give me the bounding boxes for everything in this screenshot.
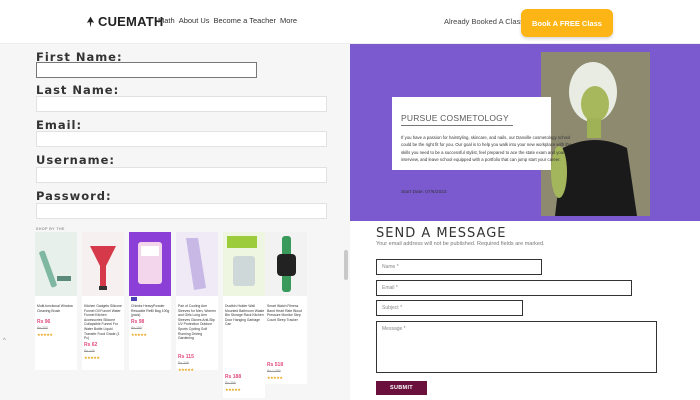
name-input[interactable]: Name * (376, 259, 542, 275)
product-title: Kitchen Gadgets Silicone Funnel Oil Funn… (84, 304, 122, 341)
rating-stars: ★★★★★ (84, 355, 100, 360)
rocket-icon (86, 16, 95, 27)
send-message-title: SEND A MESSAGE (376, 226, 507, 241)
product-image (223, 232, 265, 296)
brush-icon (39, 250, 71, 288)
product-image (265, 232, 307, 296)
logo-text: CUEMATH (98, 14, 164, 29)
rating-stars: ★★★★★ (225, 387, 241, 392)
product-mrp: Rs 1,299 (267, 369, 281, 373)
product-image (176, 232, 218, 296)
product-mrp: Rs 200 (37, 326, 48, 330)
rating-stars: ★★★★★ (37, 332, 53, 337)
product-image (35, 232, 77, 296)
message-textarea[interactable]: Message * (376, 321, 657, 373)
course-start-date: Start Date: 07/6/2023 (401, 190, 447, 195)
product-mrp: Rs 149 (84, 349, 95, 353)
dustbin-holder-icon (227, 236, 257, 286)
site-header: CUEMATH Math About Us Become a Teacher M… (0, 0, 700, 44)
refill-bag-icon (138, 242, 162, 284)
already-booked-link[interactable]: Already Booked A Class? (444, 17, 528, 26)
book-free-class-button[interactable]: Book A FREE Class (521, 9, 613, 37)
product-image (129, 232, 171, 296)
product-price: Rs 96 (37, 319, 51, 325)
product-title: Dustbin Holder Wall Mounted Bathroom Was… (225, 304, 265, 327)
product-strip-label: SHOP BY THE (36, 227, 65, 231)
nav-item-about[interactable]: About Us (179, 16, 210, 25)
product-card[interactable]: Multi-functional Window Cleaning Brush R… (35, 232, 77, 370)
password-input[interactable] (36, 203, 327, 219)
email-field[interactable]: Email * (376, 280, 632, 296)
required-fields-note: Your email address will not be published… (376, 241, 545, 247)
product-title: Pair of Cooling Arm Sleeves for Men, Wom… (178, 304, 217, 341)
divider (401, 125, 513, 126)
username-label: Username: (36, 153, 115, 167)
product-card[interactable]: Kitchen Gadgets Silicone Funnel Oil Funn… (82, 232, 124, 370)
logo[interactable]: CUEMATH (86, 14, 163, 29)
product-mrp: Rs 249 (178, 361, 189, 365)
product-price: Rs 98 (131, 319, 145, 325)
rating-stars: ★★★★★ (267, 375, 283, 380)
rating-stars: ★★★★★ (178, 367, 194, 372)
email-input[interactable] (36, 131, 327, 147)
chevron-up-icon[interactable]: ^ (3, 338, 6, 344)
smart-watch-icon (277, 236, 296, 292)
email-label: Email: (36, 118, 83, 132)
nav-item-teacher[interactable]: Become a Teacher (214, 16, 276, 25)
first-name-input[interactable] (36, 62, 257, 78)
product-price: Rs 518 (267, 362, 284, 368)
main-nav: Math About Us Become a Teacher More (158, 16, 297, 25)
product-card[interactable]: Smart Watch Fitness Band Heart Rate Bloo… (265, 232, 307, 384)
scrollbar-thumb[interactable] (344, 250, 348, 280)
password-label: Password: (36, 189, 112, 203)
sale-badge (131, 297, 137, 301)
product-card[interactable]: Dustbin Holder Wall Mounted Bathroom Was… (223, 232, 265, 398)
last-name-input[interactable] (36, 96, 327, 112)
arm-sleeve-icon (186, 238, 206, 290)
product-mrp: Rs 399 (225, 381, 236, 385)
product-price: Rs 115 (178, 354, 194, 360)
product-image (82, 232, 124, 296)
nav-item-more[interactable]: More (280, 16, 297, 25)
nav-item-math[interactable]: Math (158, 16, 175, 25)
product-title: Smart Watch Fitness Band Heart Rate Bloo… (267, 304, 302, 322)
product-price: Rs 62 (84, 342, 98, 348)
product-title: Multi-functional Window Cleaning Brush (37, 304, 73, 313)
product-card[interactable]: Pair of Cooling Arm Sleeves for Men, Wom… (176, 232, 218, 372)
submit-button[interactable]: SUBMIT (376, 381, 427, 395)
product-price: Rs 188 (225, 374, 242, 380)
rating-stars: ★★★★★ (131, 332, 147, 337)
product-title: Chimbz HeavyPowder Resuable Refill Bag 1… (131, 304, 170, 318)
funnel-icon (90, 246, 116, 290)
product-mrp: Rs 199 (131, 326, 142, 330)
course-title: PURSUE COSMETOLOGY (401, 113, 509, 123)
course-description: If you have a passion for hairstyling, s… (401, 135, 572, 162)
last-name-label: Last Name: (36, 83, 120, 97)
subject-input[interactable]: Subject * (376, 300, 523, 316)
username-input[interactable] (36, 167, 327, 183)
product-card[interactable]: Chimbz HeavyPowder Resuable Refill Bag 1… (129, 232, 171, 370)
